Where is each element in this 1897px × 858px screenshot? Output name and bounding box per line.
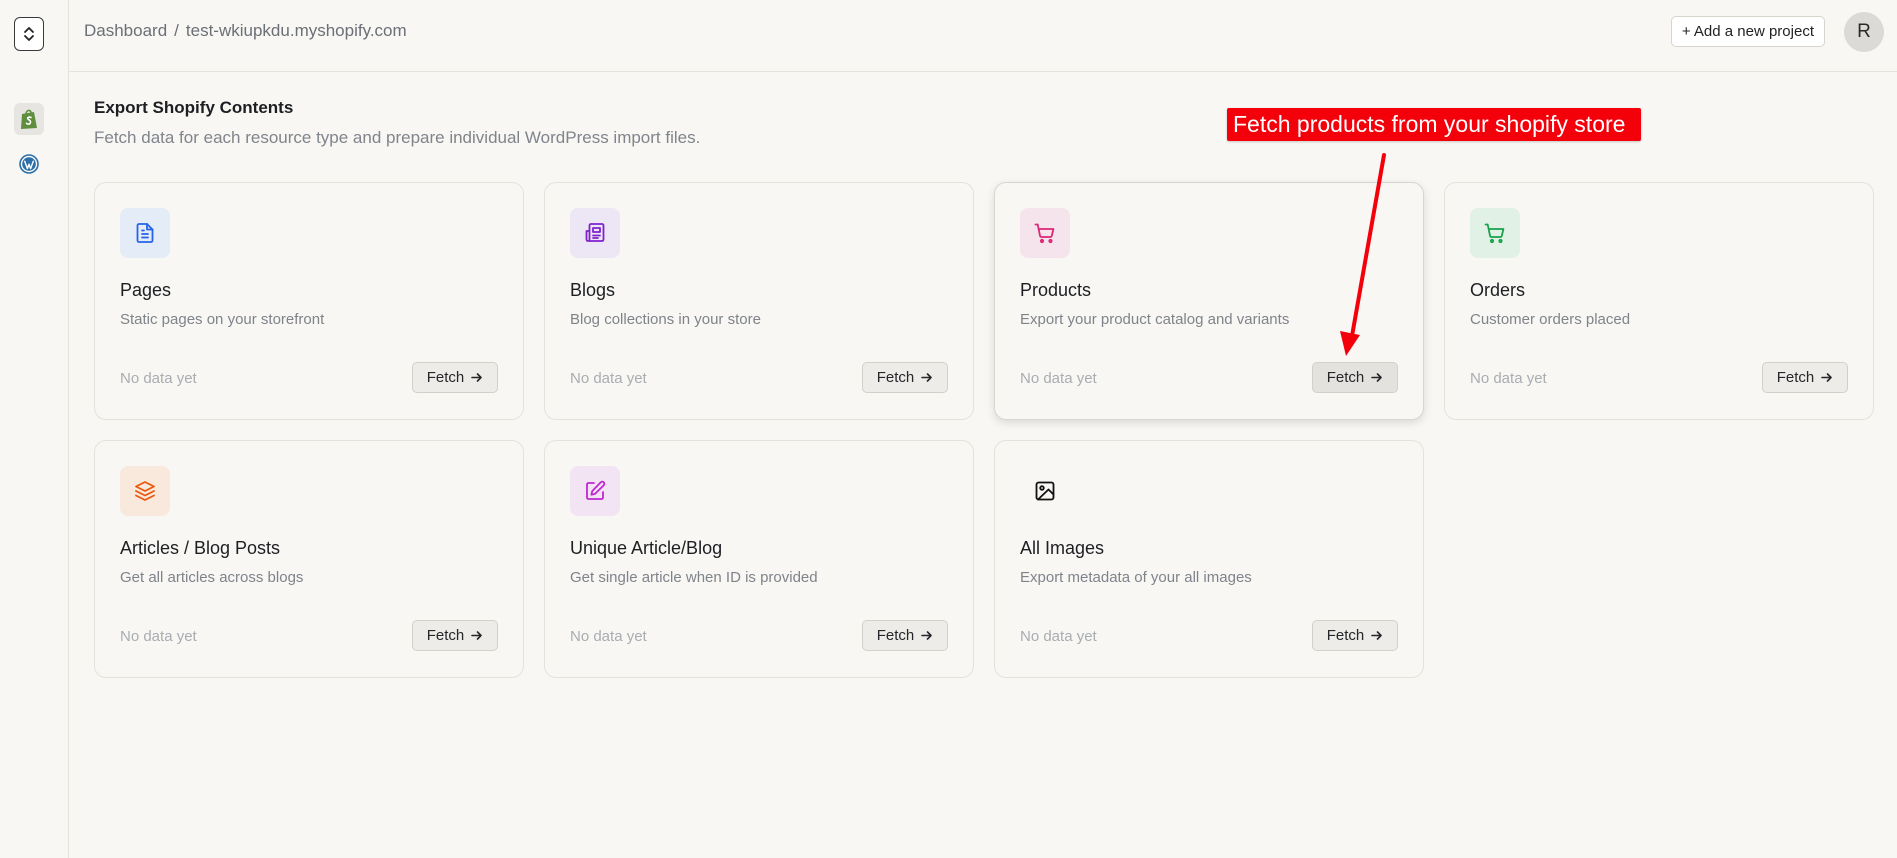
card-icon-wrap (120, 208, 170, 258)
fetch-blogs-button[interactable]: Fetch (862, 362, 948, 393)
fetch-pages-button[interactable]: Fetch (412, 362, 498, 393)
cart-icon (1034, 223, 1055, 244)
add-project-button[interactable]: + Add a new project (1670, 16, 1825, 47)
resource-card-pages: Pages Static pages on your storefront No… (94, 182, 524, 420)
card-title: All Images (1020, 538, 1105, 558)
arrow-right-icon (471, 373, 483, 382)
app-root: Dashboard / test-wkiupkdu.myshopify.com + … (0, 0, 1897, 858)
fetch-images-button[interactable]: Fetch (1312, 620, 1398, 651)
arrow-right-icon (1821, 373, 1833, 382)
rail-shopify-button[interactable] (14, 103, 44, 135)
breadcrumb: Dashboard / test-wkiupkdu.myshopify.com (84, 21, 407, 41)
card-title: Products (1020, 280, 1092, 300)
left-rail (0, 0, 69, 858)
card-status: No data yet (120, 628, 197, 645)
edit-icon (586, 480, 606, 500)
card-description: Get all articles across blogs (120, 569, 304, 586)
page-subtitle: Fetch data for each resource type and pr… (94, 128, 701, 147)
chevron-up-down-icon (24, 27, 34, 41)
fetch-orders-button[interactable]: Fetch (1762, 362, 1848, 393)
resource-card-products: Products Export your product catalog and… (994, 182, 1424, 420)
avatar[interactable]: R (1844, 12, 1884, 52)
card-description: Export your product catalog and variants (1020, 311, 1290, 328)
fetch-label: Fetch (426, 369, 465, 386)
arrow-right-icon (921, 373, 933, 382)
rail-wordpress-button[interactable] (14, 148, 44, 180)
card-description: Customer orders placed (1470, 311, 1631, 328)
card-title: Pages (120, 280, 172, 300)
resource-card-unique-article: Unique Article/Blog Get single article w… (544, 440, 974, 678)
newspaper-icon (585, 223, 605, 242)
annotation-callout: Fetch products from your shopify store (1227, 108, 1642, 141)
card-description: Static pages on your storefront (120, 311, 325, 328)
top-header: Dashboard / test-wkiupkdu.myshopify.com + … (69, 0, 1897, 72)
fetch-label: Fetch (876, 627, 915, 644)
fetch-label: Fetch (1326, 369, 1365, 386)
card-title: Orders (1470, 280, 1526, 300)
resource-card-articles: Articles / Blog Posts Get all articles a… (94, 440, 524, 678)
page-title: Export Shopify Contents (94, 98, 294, 117)
resource-card-images: All Images Export metadata of your all i… (994, 440, 1424, 678)
image-icon (1035, 481, 1055, 501)
document-icon (136, 223, 154, 243)
fetch-unique-article-button[interactable]: Fetch (862, 620, 948, 651)
card-description: Export metadata of your all images (1020, 569, 1252, 586)
card-icon-wrap (570, 466, 620, 516)
card-icon-wrap (1020, 208, 1070, 258)
fetch-label: Fetch (1776, 369, 1815, 386)
arrow-right-icon (1371, 373, 1383, 382)
fetch-label: Fetch (876, 369, 915, 386)
breadcrumb-dashboard-link[interactable]: Dashboard (84, 21, 167, 40)
card-title: Unique Article/Blog (570, 538, 723, 558)
card-status: No data yet (120, 370, 197, 387)
layers-icon (135, 481, 155, 501)
cart-icon (1484, 223, 1505, 244)
fetch-label: Fetch (1326, 627, 1365, 644)
shopify-icon (21, 109, 37, 129)
arrow-right-icon (1371, 631, 1383, 640)
resource-card-orders: Orders Customer orders placed No data ye… (1444, 182, 1874, 420)
card-status: No data yet (1470, 370, 1547, 387)
card-status: No data yet (1020, 628, 1097, 645)
card-title: Blogs (570, 280, 616, 300)
fetch-articles-button[interactable]: Fetch (412, 620, 498, 651)
fetch-products-button[interactable]: Fetch (1312, 362, 1398, 393)
card-status: No data yet (1020, 370, 1097, 387)
card-title: Articles / Blog Posts (120, 538, 281, 558)
resource-card-blogs: Blogs Blog collections in your store No … (544, 182, 974, 420)
rail-toggle-button[interactable] (14, 17, 44, 51)
card-description: Get single article when ID is provided (570, 569, 818, 586)
card-icon-wrap (120, 466, 170, 516)
card-icon-wrap (570, 208, 620, 258)
card-icon-wrap (1470, 208, 1520, 258)
fetch-label: Fetch (426, 627, 465, 644)
arrow-right-icon (921, 631, 933, 640)
card-status: No data yet (570, 370, 647, 387)
card-icon-wrap (1020, 466, 1070, 516)
wordpress-icon (19, 154, 39, 174)
arrow-right-icon (471, 631, 483, 640)
card-status: No data yet (570, 628, 647, 645)
breadcrumb-separator: / (174, 21, 179, 40)
card-description: Blog collections in your store (570, 311, 761, 328)
breadcrumb-store: test-wkiupkdu.myshopify.com (185, 21, 407, 40)
